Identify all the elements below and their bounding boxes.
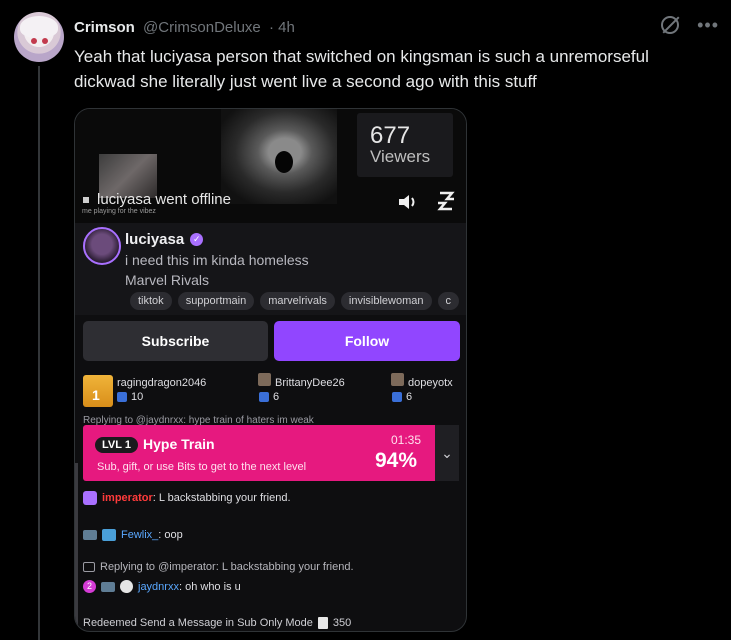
badge-icon <box>101 581 115 592</box>
stream-category[interactable]: Marvel Rivals <box>125 272 209 288</box>
chat-text: : oop <box>158 529 183 541</box>
tweet-actions-top: ••• <box>661 16 719 34</box>
chat-username[interactable]: jaydnrxx <box>138 581 179 593</box>
gifter-count-row: 6 <box>259 391 279 403</box>
stream-player[interactable]: 677 Viewers luciyasa went offline me pla… <box>75 109 466 223</box>
offline-text: luciyasa went offline <box>97 191 231 208</box>
redeem-text: Redeemed Send a Message in Sub Only Mode <box>83 617 313 629</box>
viewer-count-box: 677 Viewers <box>357 113 453 177</box>
author-avatar[interactable] <box>14 12 64 62</box>
gifter-badge-icon <box>258 373 271 386</box>
gift-icon <box>259 392 269 402</box>
more-icon[interactable]: ••• <box>697 16 719 34</box>
crown-badge-icon <box>102 529 116 541</box>
webcam-mouth <box>275 151 293 173</box>
channel-name[interactable]: luciyasa <box>125 231 184 248</box>
gifter-badge-icon <box>391 373 404 386</box>
badge-two-icon: 2 <box>83 580 96 593</box>
hype-title: Hype Train <box>143 436 215 452</box>
avatar-hair <box>20 16 58 38</box>
author-name[interactable]: Crimson <box>74 19 135 36</box>
tag-list: tiktok supportmain marvelrivals invisibl… <box>130 292 460 310</box>
hype-percent: 94% <box>375 449 418 472</box>
gifter-count: 6 <box>273 391 280 403</box>
tag[interactable]: supportmain <box>177 292 255 310</box>
thread-line <box>38 66 40 640</box>
webcam-image <box>221 109 337 204</box>
avatar-eye <box>31 38 37 44</box>
channel-info: luciyasa ✓ i need this im kinda homeless… <box>75 223 466 315</box>
reply-context: Replying to @imperator: L backstabbing y… <box>83 561 354 573</box>
hype-timer: 01:35 <box>391 433 422 447</box>
author-handle[interactable]: @CrimsonDeluxe <box>143 19 261 36</box>
overlay-caption: me playing for the vibez <box>82 208 156 215</box>
rotate-icon[interactable] <box>435 189 457 213</box>
chat-message: imperator: L backstabbing your friend. <box>83 491 291 505</box>
chat-message: 2 jaydnrxx: oh who is u <box>83 580 241 593</box>
hype-train-banner[interactable]: LVL 1 Hype Train Sub, gift, or use Bits … <box>83 425 459 481</box>
stream-title: i need this im kinda homeless <box>125 252 309 268</box>
top-gifters: ragingdragon2046 10 BrittanyDee26 6 dope… <box>75 371 466 415</box>
redeem-cost: 350 <box>332 617 352 629</box>
gift-icon <box>392 392 402 402</box>
avatar-eye <box>42 38 48 44</box>
verified-icon: ✓ <box>190 233 204 246</box>
chat-text: : L backstabbing your friend. <box>152 492 291 504</box>
gifter-count-row: 10 <box>117 391 143 403</box>
gifter-count: 6 <box>406 391 413 403</box>
chat-text: : oh who is u <box>178 580 241 593</box>
channel-avatar[interactable] <box>83 227 121 265</box>
offline-notice: luciyasa went offline <box>83 191 231 208</box>
badge-icon <box>83 530 97 540</box>
reply-icon <box>83 562 95 572</box>
tag[interactable]: c <box>437 292 460 310</box>
tweet-media[interactable]: 677 Viewers luciyasa went offline me pla… <box>74 108 467 632</box>
tag[interactable]: invisiblewoman <box>340 292 432 310</box>
subscribe-button[interactable]: Subscribe <box>83 321 268 361</box>
viewer-label: Viewers <box>370 147 431 166</box>
gift-icon <box>117 392 127 402</box>
viewer-count: 677 <box>370 122 411 149</box>
skull-badge-icon <box>120 580 133 593</box>
hype-subtitle: Sub, gift, or use Bits to get to the nex… <box>97 461 307 473</box>
tag[interactable]: tiktok <box>130 292 172 310</box>
gifter-name: dopeyotx <box>408 377 453 389</box>
tweet-header: Crimson @CrimsonDeluxe · 4h <box>74 19 295 36</box>
tag[interactable]: marvelrivals <box>260 292 335 310</box>
channel-points-icon <box>317 617 328 629</box>
chat-message: Fewlix_: oop <box>83 529 183 541</box>
redeem-notice: Redeemed Send a Message in Sub Only Mode… <box>83 617 351 629</box>
sub-badge-icon <box>83 491 97 505</box>
offline-dot-icon <box>83 196 89 203</box>
gifter-name: ragingdragon2046 <box>117 377 207 389</box>
chat-scroll-indicator <box>75 463 78 631</box>
gift-leader-icon <box>83 375 113 407</box>
chevron-down-icon[interactable]: ⌄ <box>435 425 459 481</box>
volume-icon[interactable] <box>397 192 421 212</box>
tweet-time[interactable]: · 4h <box>269 19 295 36</box>
chat-username[interactable]: Fewlix_ <box>121 529 158 541</box>
grok-icon[interactable] <box>661 16 680 34</box>
gifter-count: 10 <box>131 391 144 403</box>
gifter-count-row: 6 <box>392 391 412 403</box>
chat-username[interactable]: imperator <box>102 492 153 504</box>
hype-level-badge: LVL 1 <box>95 437 138 453</box>
reply-text: Replying to @imperator: L backstabbing y… <box>100 561 354 573</box>
tweet-text: Yeah that luciyasa person that switched … <box>74 47 649 91</box>
gifter-name: BrittanyDee26 <box>275 377 345 389</box>
follow-button[interactable]: Follow <box>274 321 460 361</box>
channel-name-row: luciyasa ✓ <box>125 231 204 248</box>
